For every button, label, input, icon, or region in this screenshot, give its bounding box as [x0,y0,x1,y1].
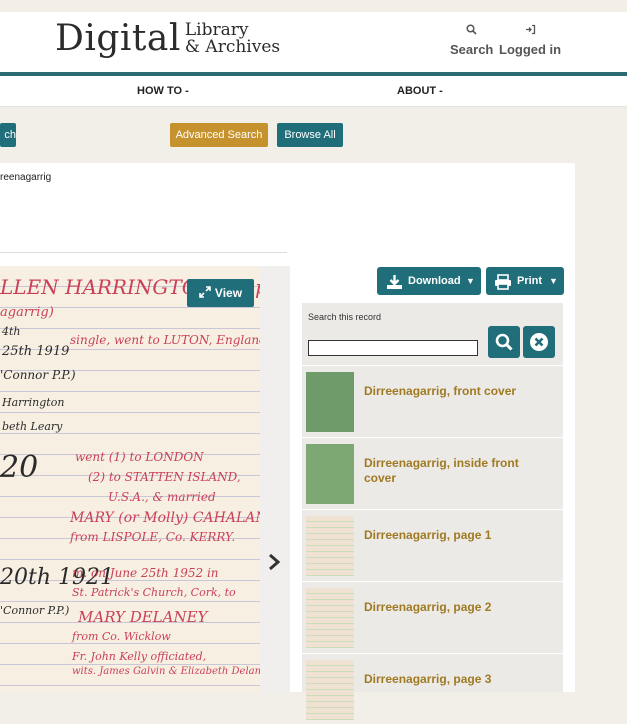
print-button[interactable]: Print ▼ [486,267,564,295]
logo-word: Digital [55,18,181,59]
advanced-search-button[interactable]: Advanced Search [170,123,268,147]
site-header: Digital Library & Archives Search Logged… [0,12,627,72]
page-thumbnail[interactable] [306,372,354,432]
card-handwriting-line: single, went to LUTON, England. [70,333,260,347]
chevron-down-icon: ▼ [466,276,475,286]
page-thumbnail[interactable] [306,444,354,504]
card-handwriting-line: went (1) to LONDON [75,450,204,464]
print-icon [494,273,512,301]
page-thumbnail[interactable] [306,588,354,648]
close-icon [529,332,549,357]
page-list-item[interactable]: Dirreenagarrig, front cover [302,365,563,436]
page-title-link[interactable]: Dirreenagarrig, inside front cover [364,456,549,486]
divider [0,252,287,253]
logo-subtitle: Library & Archives [184,21,281,57]
card-handwriting-line: 25th 1919 [2,344,70,359]
page-title-link[interactable]: Dirreenagarrig, page 1 [364,528,549,543]
card-handwriting-line: Harrington [2,396,65,409]
search-button[interactable]: ch [0,123,16,147]
card-handwriting-line: St. Patrick's Church, Cork, to [72,586,236,599]
card-handwriting-line: Fr. John Kelly officiated, [72,650,207,663]
card-handwriting-line: (2) to STATTEN ISLAND, [88,470,241,484]
page-title-link[interactable]: Dirreenagarrig, page 3 [364,672,549,687]
card-handwriting-line: m. on June 25th 1952 in [72,566,219,580]
header-search-link[interactable]: Search [450,24,493,57]
card-handwriting-line: 4th [2,325,21,338]
page-title-link[interactable]: Dirreenagarrig, page 2 [364,600,549,615]
search-icon [450,24,493,38]
record-search-label: Search this record [308,312,382,322]
card-handwriting-line: agarrig) [0,305,54,320]
search-icon [495,333,513,356]
next-page-arrow[interactable] [267,552,281,578]
page-thumbnail[interactable] [306,516,354,576]
download-icon [386,273,403,301]
view-button-label: View [214,286,243,300]
record-card-image: LLEN HARRINGTON (Lapy) Lanlaagarrig)4th2… [0,266,260,692]
record-search-input[interactable] [308,340,478,356]
main-nav: HOW TO - ABOUT - [0,76,627,107]
sign-in-icon [499,24,561,38]
download-button[interactable]: Download ▼ [377,267,481,295]
record-search-button[interactable] [488,326,520,358]
top-strip [0,0,627,12]
page-title-link[interactable]: Dirreenagarrig, front cover [364,384,549,399]
download-label: Download [408,275,461,287]
card-handwriting-line: from Co. Wicklow [72,630,171,643]
nav-howto[interactable]: HOW TO - [137,85,189,97]
page-thumbnail[interactable] [306,660,354,720]
card-handwriting-line: MARY (or Molly) CAHALANE [70,510,260,526]
page-list-item[interactable]: Dirreenagarrig, inside front cover [302,437,563,508]
site-logo[interactable]: Digital Library & Archives [55,18,280,59]
header-login-link[interactable]: Logged in [499,24,561,57]
browse-all-button[interactable]: Browse All [277,123,343,147]
print-label: Print [517,275,543,287]
card-handwriting-line: 20 [0,450,39,485]
record-title: reenagarrig [0,172,52,183]
expand-icon [199,280,211,308]
card-handwriting-line: 'Connor P.P.) [0,368,76,382]
search-button-label: ch [4,129,16,141]
header-search-label: Search [450,42,494,57]
page-list-item[interactable]: Dirreenagarrig, page 1 [302,509,563,580]
nav-about[interactable]: ABOUT - [397,85,443,97]
card-handwriting-line: from LISPOLE, Co. KERRY. [70,530,236,544]
page-list-item[interactable]: Dirreenagarrig, page 2 [302,581,563,652]
view-button[interactable]: View [187,279,254,307]
card-handwriting-line: wits. James Galvin & Elizabeth Delaney [72,666,260,677]
chevron-down-icon: ▼ [549,276,558,286]
card-handwriting-line: 'Connor P.P.) [0,604,70,617]
logo-line-2: & Archives [184,36,281,57]
clear-search-button[interactable] [523,326,555,358]
page-list-item[interactable]: Dirreenagarrig, page 3 [302,653,563,724]
card-handwriting-line: U.S.A., & married [108,490,216,504]
card-handwriting-line: beth Leary [2,420,63,433]
card-handwriting-line: MARY DELANEY [78,608,208,626]
header-login-label: Logged in [499,42,562,57]
